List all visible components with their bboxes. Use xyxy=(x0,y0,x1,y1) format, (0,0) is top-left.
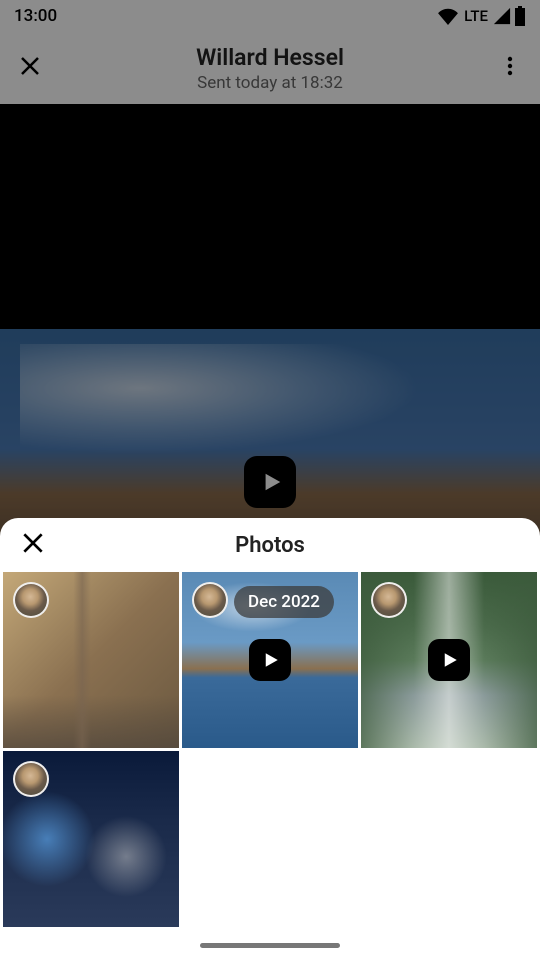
grid-item[interactable]: Dec 2022 xyxy=(182,572,358,748)
photos-bottom-sheet: Photos Dec 2022 xyxy=(0,518,540,960)
more-vert-icon xyxy=(498,54,522,78)
grid-item[interactable] xyxy=(3,751,179,927)
play-icon xyxy=(441,651,459,669)
viewer-header: Willard Hessel Sent today at 18:32 xyxy=(0,32,540,104)
close-button[interactable] xyxy=(18,54,42,82)
sheet-title: Photos xyxy=(20,533,520,558)
grid-play-button[interactable] xyxy=(428,639,470,681)
network-type: LTE xyxy=(464,7,488,25)
signal-icon xyxy=(493,7,511,25)
status-icons: LTE xyxy=(437,6,526,26)
status-time: 13:00 xyxy=(14,6,57,26)
play-icon xyxy=(262,651,280,669)
grid-play-button[interactable] xyxy=(249,639,291,681)
avatar xyxy=(13,582,49,618)
close-icon xyxy=(20,530,46,556)
avatar xyxy=(371,582,407,618)
status-bar: 13:00 LTE xyxy=(0,0,540,32)
wifi-icon xyxy=(437,7,459,25)
more-button[interactable] xyxy=(498,54,522,82)
photos-grid: Dec 2022 xyxy=(0,572,540,927)
sheet-header: Photos xyxy=(0,518,540,572)
grid-item[interactable] xyxy=(3,572,179,748)
play-icon xyxy=(261,471,283,493)
date-badge: Dec 2022 xyxy=(234,586,334,618)
close-icon xyxy=(18,54,42,78)
header-subtitle: Sent today at 18:32 xyxy=(42,73,498,93)
sheet-close-button[interactable] xyxy=(20,530,46,560)
avatar xyxy=(13,761,49,797)
grid-item[interactable] xyxy=(361,572,537,748)
header-title: Willard Hessel xyxy=(42,44,498,71)
main-play-button[interactable] xyxy=(244,456,296,508)
home-indicator[interactable] xyxy=(200,943,340,948)
avatar xyxy=(192,582,228,618)
battery-icon xyxy=(514,6,526,26)
